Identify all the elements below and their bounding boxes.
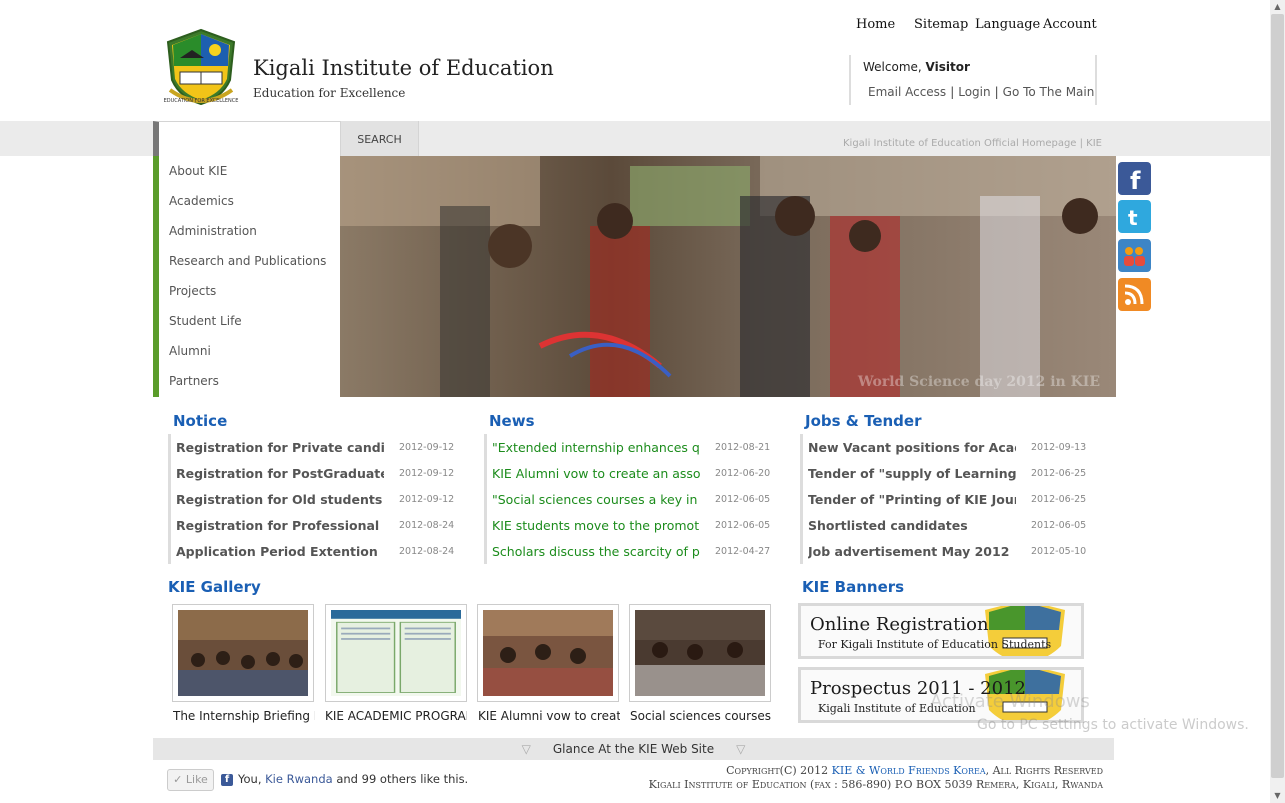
site-tagline: Education for Excellence — [253, 86, 406, 100]
visitor-name: Visitor — [925, 60, 970, 74]
twitter-icon[interactable]: t — [1118, 200, 1151, 233]
facebook-icon[interactable]: f — [1118, 162, 1151, 195]
svg-text:t: t — [1128, 206, 1138, 230]
activate-windows-watermark: Activate Windows — [930, 691, 1090, 712]
list-item[interactable]: Tender of "Printing of KIE Journa 2012-06… — [803, 486, 1086, 512]
search-input[interactable] — [153, 121, 340, 156]
sidebar-item-research[interactable]: Research and Publications — [169, 254, 326, 268]
svg-text:f: f — [1130, 167, 1141, 195]
gallery-caption[interactable]: KIE ACADEMIC PROGRAM — [325, 709, 467, 723]
list-item[interactable]: Application Period Extention 2012-08-24 — [171, 538, 454, 564]
jobs-list: New Vacant positions for Academ2012-09-1… — [800, 434, 1086, 564]
sidebar-item-alumni[interactable]: Alumni — [169, 344, 211, 358]
gallery-caption[interactable]: KIE Alumni vow to create — [478, 709, 620, 723]
jobs-heading[interactable]: Jobs & Tender — [805, 412, 921, 430]
topnav-account[interactable]: Account — [1043, 17, 1097, 32]
notice-list: Registration for Private candidate2012-0… — [168, 434, 454, 564]
gallery-thumbnail[interactable] — [477, 604, 619, 702]
gallery-caption[interactable]: Social sciences courses a k — [630, 709, 772, 723]
gallery-thumbnail[interactable] — [172, 604, 314, 702]
glance-bar[interactable]: ▽ Glance At the KIE Web Site ▽ — [153, 738, 1114, 760]
hero-caption: World Science day 2012 in KIE — [857, 374, 1100, 390]
facebook-like-button[interactable]: ✓ Like — [167, 769, 214, 791]
list-item[interactable]: Scholars discuss the scarcity of profes2… — [487, 538, 770, 564]
kie-world-friends-link[interactable]: KIE & World Friends Korea — [832, 764, 986, 777]
list-item[interactable]: Registration for Private candidate2012-0… — [171, 434, 454, 460]
email-access-link[interactable]: Email Access — [868, 85, 946, 99]
topnav-language[interactable]: Language — [975, 17, 1040, 32]
sidebar-item-about-kie[interactable]: About KIE — [169, 164, 227, 178]
activate-windows-hint: Go to PC settings to activate Windows. — [977, 717, 1249, 733]
gallery-caption[interactable]: The Internship Briefing Me — [173, 709, 315, 723]
thumbs-up-icon: ✓ — [173, 773, 186, 786]
footer-copyright: Copyright(C) 2012 KIE & World Friends Ko… — [648, 764, 1103, 791]
list-item[interactable]: KIE students move to the promotion c2012… — [487, 512, 770, 538]
go-to-main-link[interactable]: Go To The Main — [1003, 85, 1095, 99]
list-item[interactable]: "Extended internship enhances quality201… — [487, 434, 770, 460]
rss-icon[interactable] — [1118, 278, 1151, 311]
news-heading[interactable]: News — [489, 412, 535, 430]
list-item[interactable]: KIE Alumni vow to create an associati201… — [487, 460, 770, 486]
banners-heading[interactable]: KIE Banners — [802, 578, 904, 596]
news-list: "Extended internship enhances quality201… — [484, 434, 770, 564]
gallery-heading[interactable]: KIE Gallery — [168, 578, 261, 596]
sidebar-item-administration[interactable]: Administration — [169, 224, 257, 238]
svg-text:EDUCATION FOR EXCELLENCE: EDUCATION FOR EXCELLENCE — [164, 98, 239, 104]
sidebar-item-student-life[interactable]: Student Life — [169, 314, 242, 328]
gallery-thumbnail[interactable] — [325, 604, 467, 702]
account-links: Email Access | Login | Go To The Main — [868, 85, 1095, 99]
footer-address: Kigali Institute of Education (fax : 586… — [648, 778, 1103, 791]
scrollbar-thumb[interactable] — [1271, 14, 1284, 778]
notice-heading[interactable]: Notice — [173, 412, 227, 430]
kie-logo[interactable]: EDUCATION FOR EXCELLENCE — [162, 28, 240, 106]
left-sidebar-menu: About KIE Academics Administration Resea… — [153, 156, 340, 397]
list-item[interactable]: Tender of "supply of Learning/Te 2012-06-… — [803, 460, 1086, 486]
sidebar-item-partners[interactable]: Partners — [169, 374, 219, 388]
online-registration-banner[interactable]: Online Registration For Kigali Institute… — [798, 603, 1084, 659]
list-item[interactable]: "Social sciences courses a key in Socia2… — [487, 486, 770, 512]
facebook-mini-icon: f — [221, 774, 233, 786]
scroll-up-arrow-icon[interactable]: ▲ — [1270, 0, 1285, 14]
kie-rwanda-link[interactable]: Kie Rwanda — [265, 772, 333, 786]
list-item[interactable]: Registration for PostGraduate & I2012-09… — [171, 460, 454, 486]
login-link[interactable]: Login — [958, 85, 990, 99]
list-item[interactable]: Job advertisement May 2012 2012-05-10 — [803, 538, 1086, 564]
myspace-icon[interactable] — [1118, 239, 1151, 272]
sidebar-item-projects[interactable]: Projects — [169, 284, 216, 298]
hero-slideshow[interactable]: World Science day 2012 in KIE — [340, 156, 1116, 397]
welcome-box: Welcome, Visitor Email Access | Login | Go T… — [849, 55, 1097, 105]
chevron-down-icon: ▽ — [736, 742, 746, 756]
sidebar-item-academics[interactable]: Academics — [169, 194, 234, 208]
welcome-message: Welcome, Visitor — [863, 60, 970, 74]
chevron-down-icon: ▽ — [521, 742, 531, 756]
scroll-down-arrow-icon[interactable]: ▼ — [1270, 789, 1285, 803]
site-title: Kigali Institute of Education — [253, 56, 554, 80]
topnav-home[interactable]: Home — [856, 17, 895, 32]
gallery-thumbnail[interactable] — [629, 604, 771, 702]
search-button[interactable]: SEARCH — [340, 121, 419, 156]
list-item[interactable]: New Vacant positions for Academ2012-09-1… — [803, 434, 1086, 460]
list-item[interactable]: Shortlisted candidates 2012-06-05 — [803, 512, 1086, 538]
top-navigation: Home Sitemap Language Account — [850, 17, 1110, 37]
list-item[interactable]: Registration for Old students (Da2012-09… — [171, 486, 454, 512]
glance-label: Glance At the KIE Web Site — [552, 742, 715, 756]
topnav-sitemap[interactable]: Sitemap — [914, 17, 968, 32]
breadcrumb: Kigali Institute of Education Official H… — [843, 138, 1102, 149]
list-item[interactable]: Registration for Professional Polic2012-… — [171, 512, 454, 538]
like-summary: You, Kie Rwanda and 99 others like this. — [238, 772, 469, 786]
hero-photo — [340, 156, 1116, 397]
